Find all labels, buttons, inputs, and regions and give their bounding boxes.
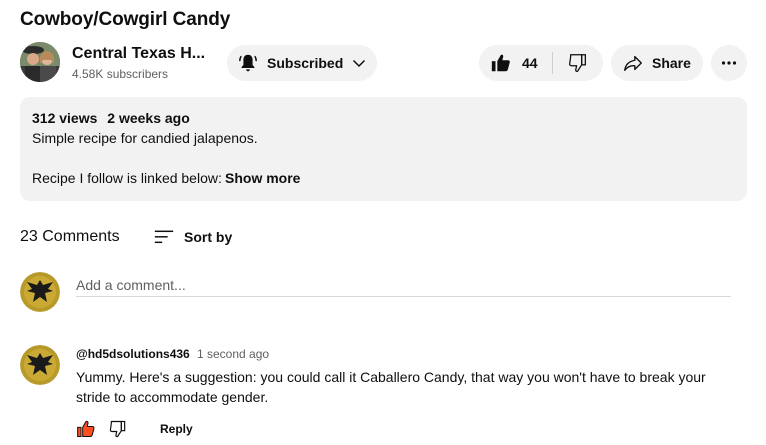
eagle-crest-image — [20, 345, 60, 385]
comment-author[interactable]: @hd5dsolutions436 — [76, 347, 190, 361]
subscriber-count: 4.58K subscribers — [72, 67, 169, 81]
description-box[interactable]: 312 views 2 weeks ago Simple recipe for … — [20, 97, 747, 201]
thumbs-down-icon — [108, 419, 128, 439]
video-title: Cowboy/Cowgirl Candy — [20, 9, 231, 30]
like-dislike-group: 44 — [479, 45, 603, 81]
sort-by-button[interactable]: Sort by — [153, 226, 232, 248]
reply-button[interactable]: Reply — [160, 422, 193, 436]
description-line-2: Recipe I follow is linked below: — [32, 170, 222, 186]
bell-icon — [237, 52, 259, 74]
user-avatar[interactable] — [20, 272, 60, 312]
channel-avatar[interactable] — [20, 42, 60, 82]
chevron-down-icon — [351, 55, 367, 71]
owner-row: Central Texas H... 4.58K subscribers Sub… — [20, 42, 748, 84]
subscribed-label: Subscribed — [267, 55, 344, 71]
sort-lines-icon — [153, 226, 175, 248]
add-comment-input[interactable] — [76, 273, 731, 297]
add-comment-row — [20, 272, 731, 314]
subscribed-button[interactable]: Subscribed — [227, 45, 377, 81]
comment-timestamp[interactable]: 1 second ago — [197, 347, 269, 361]
description-line-1: Simple recipe for candied jalapenos. — [32, 130, 258, 146]
upload-age: 2 weeks ago — [107, 110, 190, 126]
comment-count: 23 Comments — [20, 228, 120, 245]
view-count: 312 views — [32, 110, 98, 126]
comments-header: 23 Comments Sort by — [20, 226, 420, 250]
comment-item: @hd5dsolutions436 1 second ago Yummy. He… — [20, 345, 731, 445]
more-horizontal-icon — [720, 54, 738, 72]
description-meta: 312 views 2 weeks ago — [32, 110, 196, 126]
comment-actions: Reply — [76, 418, 193, 440]
channel-name[interactable]: Central Texas H... — [72, 45, 205, 63]
dislike-button[interactable] — [553, 45, 603, 81]
comment-like-button[interactable] — [76, 419, 96, 439]
thumbs-up-icon — [490, 52, 512, 74]
comment-dislike-button[interactable] — [108, 419, 128, 439]
description-line-2-text: Recipe I follow is linked below: — [32, 170, 222, 186]
like-count: 44 — [522, 55, 538, 71]
sort-by-label: Sort by — [184, 229, 233, 245]
share-button[interactable]: Share — [611, 45, 703, 81]
share-arrow-icon — [622, 52, 644, 74]
comment-author-avatar[interactable] — [20, 345, 60, 385]
comment-text: Yummy. Here's a suggestion: you could ca… — [76, 369, 706, 405]
share-label: Share — [652, 55, 691, 71]
eagle-crest-image — [20, 272, 60, 312]
thumbs-down-icon — [567, 52, 589, 74]
more-actions-button[interactable] — [711, 45, 747, 81]
show-more-button[interactable]: Show more — [225, 170, 300, 186]
thumbs-up-icon — [76, 419, 96, 439]
channel-avatar-image — [20, 42, 60, 82]
like-button[interactable]: 44 — [479, 45, 552, 81]
